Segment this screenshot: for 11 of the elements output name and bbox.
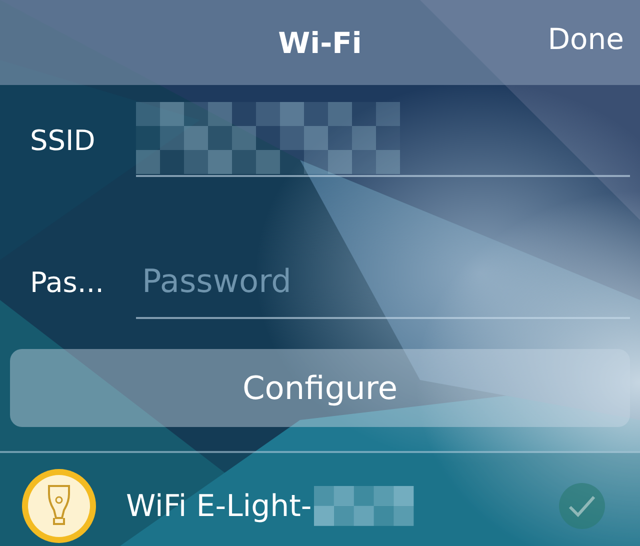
input-field[interactable]: Password	[136, 245, 630, 319]
device-row[interactable]: WiFi E-Light-	[0, 453, 640, 546]
nav-title: Wi-Fi	[278, 26, 362, 60]
field-label: Pas...	[29, 266, 106, 301]
input-field[interactable]	[136, 101, 630, 177]
light-bulb-icon	[20, 467, 98, 545]
done-button[interactable]: Done	[548, 22, 624, 56]
device-name: WiFi E-Light-	[126, 488, 312, 524]
configure-button[interactable]: Configure	[10, 349, 630, 427]
checkmark-icon[interactable]	[558, 482, 606, 530]
field-label: SSID	[29, 124, 96, 159]
